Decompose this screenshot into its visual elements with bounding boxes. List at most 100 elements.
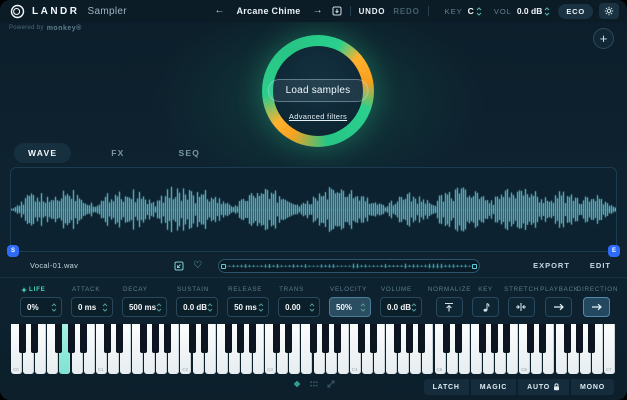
black-key-D#0[interactable]	[31, 324, 38, 353]
export-button[interactable]: EXPORT	[533, 261, 570, 270]
black-key-A#0[interactable]	[80, 324, 87, 353]
settings-button[interactable]	[599, 3, 619, 19]
black-key-D#5[interactable]	[455, 324, 462, 353]
black-key-F#4[interactable]	[394, 324, 401, 353]
black-key-D#2[interactable]	[201, 324, 208, 353]
black-key-D#6[interactable]	[539, 324, 546, 353]
param-release-input[interactable]: 50 ms	[227, 297, 269, 317]
param-attack-input[interactable]: 0 ms	[71, 297, 113, 317]
mode-buttons: LATCHMAGICAUTOMONO	[424, 379, 614, 395]
param-trans-input[interactable]: 0.00	[278, 297, 320, 317]
black-key-F#3[interactable]	[310, 324, 317, 353]
piano-keyboard[interactable]: C0C1C2C3C4C5C6C7	[11, 324, 616, 374]
black-key-D#1[interactable]	[116, 324, 123, 353]
black-key-A#2[interactable]	[249, 324, 256, 353]
diamond-handle-icon[interactable]	[293, 380, 301, 388]
param-stepper[interactable]	[156, 303, 162, 312]
brand-name: LANDR	[32, 6, 80, 17]
expand-icon[interactable]	[327, 380, 335, 388]
tab-seq[interactable]: SEQ	[164, 143, 214, 163]
black-key-A#5[interactable]	[503, 324, 510, 353]
black-key-G#5[interactable]	[491, 324, 498, 353]
black-key-G#4[interactable]	[406, 324, 413, 353]
black-key-A#4[interactable]	[418, 324, 425, 353]
vol-stepper[interactable]	[544, 7, 550, 16]
mono-button[interactable]: MONO	[571, 379, 614, 395]
black-key-G#0[interactable]	[68, 324, 75, 353]
param-stepper[interactable]	[51, 303, 57, 312]
preset-name[interactable]: Arcane Chime	[236, 6, 300, 16]
param-life: LIFE0%	[20, 285, 62, 317]
waveform-panel[interactable]: S E	[10, 167, 617, 252]
key-value[interactable]: C	[468, 6, 474, 16]
vol-value[interactable]: 0.0 dB	[517, 6, 543, 16]
param-sustain-input[interactable]: 0.0 dB	[176, 297, 218, 317]
param-volume-input[interactable]: 0.0 dB	[380, 297, 422, 317]
mini-strip-right-handle[interactable]	[472, 264, 477, 269]
white-key-C7[interactable]: C7	[604, 324, 615, 374]
black-key-F#1[interactable]	[140, 324, 147, 353]
save-preset-icon[interactable]	[332, 6, 342, 16]
normalize-button[interactable]	[436, 297, 463, 317]
key-stepper[interactable]	[476, 7, 482, 16]
mini-strip-left-handle[interactable]	[221, 264, 226, 269]
black-key-G#2[interactable]	[237, 324, 244, 353]
black-key-A#1[interactable]	[164, 324, 171, 353]
advanced-filters-link[interactable]: Advanced filters	[289, 112, 347, 121]
param-stepper[interactable]	[309, 303, 315, 312]
param-stepper[interactable]	[411, 303, 417, 312]
tab-wave[interactable]: WAVE	[14, 143, 71, 163]
grid-icon[interactable]	[310, 381, 318, 387]
toggle-direction: DIRECTION	[579, 285, 615, 317]
black-key-C#4[interactable]	[358, 324, 365, 353]
black-key-G#6[interactable]	[576, 324, 583, 353]
param-decay-input[interactable]: 500 ms	[122, 297, 167, 317]
undo-button[interactable]: UNDO	[359, 7, 386, 16]
latch-button[interactable]: LATCH	[424, 379, 469, 395]
redo-button[interactable]: REDO	[393, 7, 419, 16]
black-key-D#4[interactable]	[370, 324, 377, 353]
edit-button[interactable]: EDIT	[590, 261, 611, 270]
black-key-C#3[interactable]	[273, 324, 280, 353]
direction-button[interactable]	[583, 297, 610, 317]
stretch-button[interactable]	[508, 297, 535, 317]
black-key-A#3[interactable]	[334, 324, 341, 353]
waveform-display[interactable]	[11, 168, 616, 251]
sample-start-marker[interactable]: S	[7, 245, 19, 257]
playback-button[interactable]	[545, 297, 572, 317]
black-key-F#2[interactable]	[225, 324, 232, 353]
param-velocity-input[interactable]: 50%	[329, 297, 371, 317]
param-stepper[interactable]	[207, 303, 213, 312]
preset-prev-icon[interactable]: ←	[214, 6, 224, 16]
param-life-input[interactable]: 0%	[20, 297, 62, 317]
param-stepper[interactable]	[258, 303, 264, 312]
preset-next-icon[interactable]: →	[313, 6, 323, 16]
black-key-C#1[interactable]	[104, 324, 111, 353]
black-key-G#3[interactable]	[322, 324, 329, 353]
black-key-F#0[interactable]	[55, 324, 62, 353]
magic-button[interactable]: MAGIC	[471, 379, 516, 395]
eco-button[interactable]: ECO	[558, 4, 593, 19]
param-stepper[interactable]	[102, 303, 108, 312]
collapse-icon[interactable]	[174, 261, 184, 271]
black-key-F#5[interactable]	[479, 324, 486, 353]
black-key-C#2[interactable]	[189, 324, 196, 353]
black-key-C#0[interactable]	[19, 324, 26, 353]
favorite-heart-icon[interactable]: ♡	[193, 261, 202, 271]
black-key-D#3[interactable]	[285, 324, 292, 353]
black-key-C#5[interactable]	[443, 324, 450, 353]
load-samples-button[interactable]: Load samples	[268, 79, 369, 102]
mini-waveform-strip[interactable]	[218, 259, 480, 273]
black-key-C#6[interactable]	[527, 324, 534, 353]
auto-button[interactable]: AUTO	[518, 379, 569, 395]
black-key-G#1[interactable]	[152, 324, 159, 353]
key-button[interactable]	[472, 297, 499, 317]
toggle-key: KEY	[469, 285, 501, 317]
powered-by-name: monkey®	[47, 25, 82, 32]
black-key-F#6[interactable]	[564, 324, 571, 353]
gear-icon	[604, 6, 614, 16]
param-stepper[interactable]	[360, 303, 366, 312]
black-key-A#6[interactable]	[588, 324, 595, 353]
tab-fx[interactable]: FX	[97, 143, 138, 163]
sample-end-marker[interactable]: E	[608, 245, 620, 257]
